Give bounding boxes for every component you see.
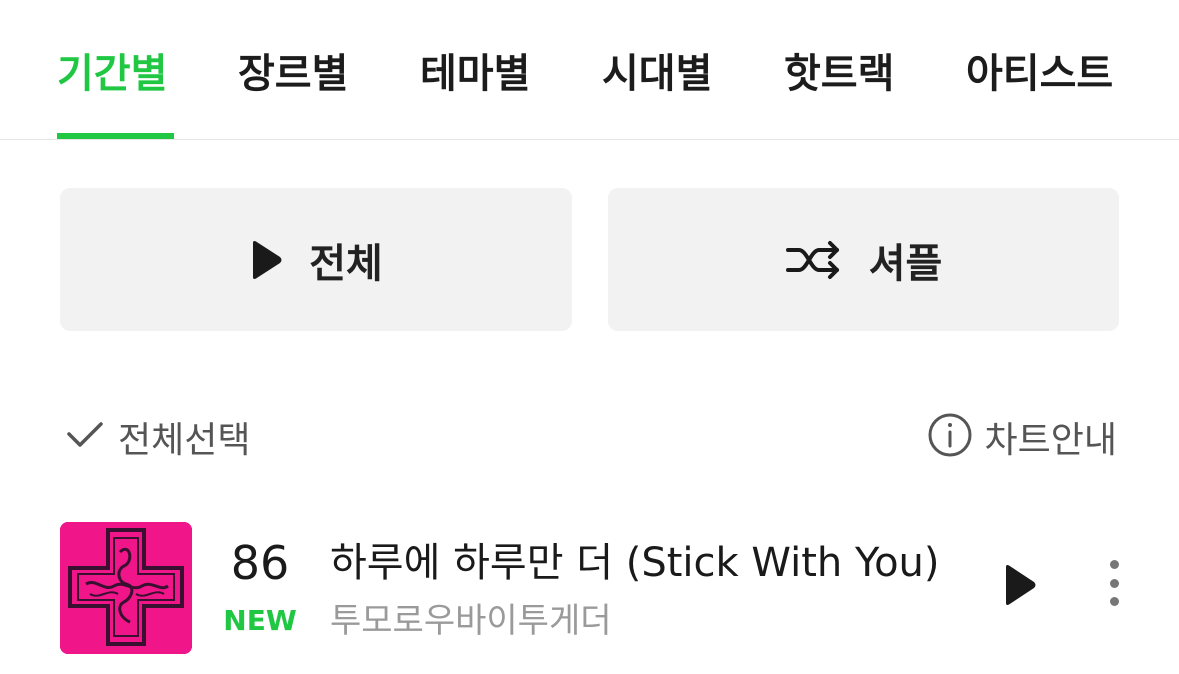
more-dot (1109, 560, 1119, 569)
track-rank: 86 (230, 536, 290, 590)
track-row[interactable]: 86 NEW 하루에 하루만 더 (Stick With You) 투모로우바이… (0, 505, 1179, 674)
play-all-button[interactable]: 전체 (60, 188, 572, 331)
play-icon (1003, 564, 1037, 610)
track-more-button[interactable] (1094, 560, 1134, 618)
select-all-label: 전체선택 (118, 420, 251, 461)
rank-status-badge: NEW (223, 604, 297, 637)
shuffle-icon (785, 240, 843, 280)
track-title[interactable]: 하루에 하루만 더 (Stick With You) (330, 535, 940, 591)
chart-tab-bar: 기간별 장르별 테마별 시대별 핫트랙 아티스트 (0, 0, 1179, 140)
play-all-label: 전체 (309, 240, 383, 287)
active-tab-indicator (57, 133, 174, 139)
tab-genre[interactable]: 장르별 (238, 44, 348, 104)
tab-era[interactable]: 시대별 (602, 44, 712, 104)
shuffle-button[interactable]: 셔플 (608, 188, 1119, 331)
tab-theme[interactable]: 테마별 (420, 44, 530, 104)
more-dot (1109, 578, 1119, 588)
play-icon (249, 240, 283, 280)
info-icon (927, 412, 973, 462)
track-artist[interactable]: 투모로우바이투게더 (330, 599, 612, 643)
track-play-button[interactable] (996, 561, 1044, 613)
chart-info-label: 차트안내 (984, 420, 1117, 461)
chart-info-button[interactable]: 차트안내 (927, 410, 1117, 464)
tab-period[interactable]: 기간별 (57, 44, 167, 104)
check-icon (66, 419, 104, 455)
tab-artist[interactable]: 아티스트 (966, 44, 1113, 104)
more-dot (1109, 597, 1119, 606)
album-cover-art (60, 522, 192, 654)
album-cover[interactable] (60, 522, 192, 654)
tab-hot-track[interactable]: 핫트랙 (784, 44, 894, 104)
shuffle-label: 셔플 (868, 240, 943, 287)
select-all-toggle[interactable]: 전체선택 (66, 410, 250, 464)
more-vertical-icon (1109, 560, 1119, 606)
